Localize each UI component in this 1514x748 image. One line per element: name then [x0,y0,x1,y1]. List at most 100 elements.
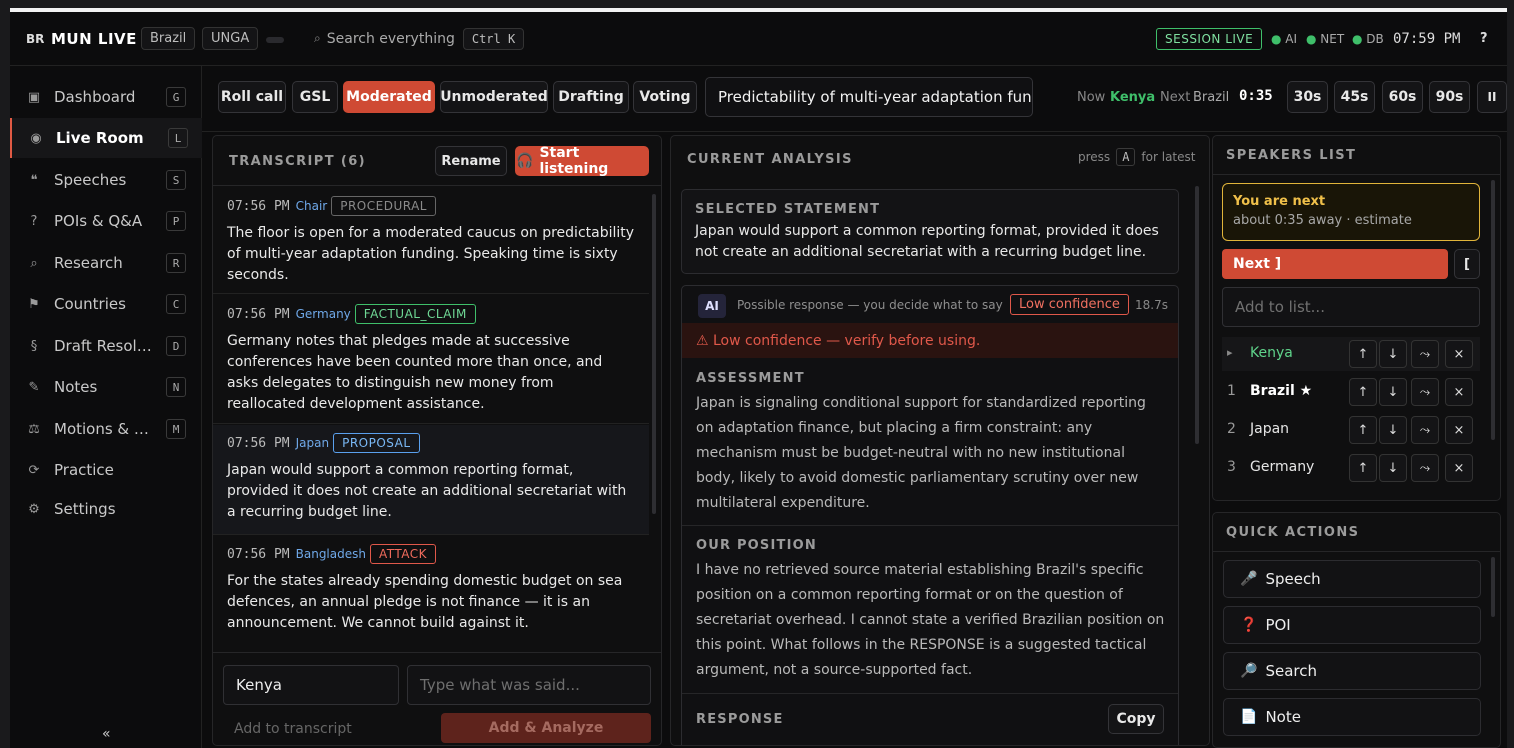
mode-moderated[interactable]: Moderated [343,81,435,113]
analysis-title: CURRENT ANALYSIS [687,152,853,167]
move-up-icon[interactable]: ↑ [1349,340,1377,368]
shortcut-key: D [166,336,186,356]
mode-voting[interactable]: Voting [633,81,697,113]
speaker-field[interactable]: Kenya [223,665,399,705]
preset-30s[interactable]: 30s [1287,81,1328,113]
sidebar-item-countries[interactable]: ⚑ Countries C [10,284,202,324]
remove-icon[interactable]: × [1445,340,1473,368]
ai-status-dot-icon: ● [1271,31,1286,46]
entry-speaker: Chair [295,199,328,213]
response-card: AI Possible response — you decide what t… [681,285,1179,745]
copy-button[interactable]: Copy [1108,704,1164,734]
live-room-icon: ◉ [30,130,42,146]
mode-gsl[interactable]: GSL [292,81,338,113]
speaker-name: Japan [1250,421,1290,437]
remove-icon[interactable]: × [1445,416,1473,444]
mode-unmoderated[interactable]: Unmoderated [440,81,548,113]
app-title: MUN LIVE [51,29,137,48]
sidebar-item-label: Research [54,254,123,272]
mode-bar: Roll call GSL Moderated Unmoderated Draf… [202,66,1507,132]
topic-input[interactable]: Predictability of multi-year adaptation … [705,77,1033,117]
move-down-icon[interactable]: ↓ [1379,454,1407,482]
sidebar-item-notes[interactable]: ✎ Notes N [10,367,202,407]
selected-statement-text: Japan would support a common reporting f… [695,223,1159,260]
yield-icon[interactable]: ⤳ [1411,416,1439,444]
remove-icon[interactable]: × [1445,378,1473,406]
entry-speaker: Japan [295,436,330,450]
speaker-row[interactable]: 2 Japan ↑ ↓ ⤳ × [1222,413,1480,447]
preset-45s[interactable]: 45s [1334,81,1375,113]
move-up-icon[interactable]: ↑ [1349,378,1377,406]
mode-roll-call[interactable]: Roll call [218,81,286,113]
search-icon: ⌕ [314,31,321,45]
rename-button[interactable]: Rename [435,146,507,176]
sidebar-item-pois[interactable]: ? POIs & Q&A P [10,201,202,241]
move-down-icon[interactable]: ↓ [1379,340,1407,368]
speaker-row[interactable]: ▸ Kenya ↑ ↓ ⤳ × [1222,337,1480,371]
move-up-icon[interactable]: ↑ [1349,454,1377,482]
sidebar-item-practice[interactable]: ⟳ Practice [10,450,202,490]
analysis-scrollbar[interactable] [1195,186,1199,444]
sidebar-item-research[interactable]: ⌕ Research R [10,243,202,283]
speakers-title: SPEAKERS LIST [1226,148,1357,163]
statement-input[interactable]: Type what was said... [407,665,651,705]
question-icon: ❓ [1240,617,1258,633]
add-and-analyze-button[interactable]: Add & Analyze [441,713,651,743]
input-divider [213,652,661,653]
move-down-icon[interactable]: ↓ [1379,378,1407,406]
speaker-name: Kenya [1250,345,1293,361]
assessment-title: ASSESSMENT [696,371,805,386]
preset-60s[interactable]: 60s [1382,81,1423,113]
quick-actions-scrollbar[interactable] [1491,557,1495,617]
speaker-name: Germany [1250,459,1315,475]
country-chip[interactable]: Brazil [141,27,196,50]
next-label: Next [1160,90,1191,105]
previous-speaker-button[interactable]: [ [1454,249,1480,279]
transcript-scrollbar[interactable] [652,194,656,514]
collapse-sidebar-icon[interactable]: « [102,726,111,742]
speakers-scrollbar[interactable] [1491,180,1495,440]
yield-icon[interactable]: ⤳ [1411,340,1439,368]
pause-button[interactable]: II [1477,81,1507,113]
ai-note: Possible response — you decide what to s… [737,298,1003,312]
mode-drafting[interactable]: Drafting [553,81,629,113]
committee-chip[interactable]: UNGA [202,27,259,50]
transcript-entry[interactable]: 07:56 PM Chair PROCEDURAL The floor is ope… [213,194,649,294]
yield-icon[interactable]: ⤳ [1411,454,1439,482]
yield-icon[interactable]: ⤳ [1411,378,1439,406]
quick-note-button[interactable]: 📄 Note [1223,698,1481,736]
start-listening-button[interactable]: 🎧 Start listening [515,145,649,177]
clock: 07:59 PM [1393,30,1461,47]
move-down-icon[interactable]: ↓ [1379,416,1407,444]
toggle-pill[interactable] [266,37,284,43]
add-to-transcript-button[interactable]: Add to transcript [234,721,352,737]
quick-search-button[interactable]: 🔎 Search [1223,652,1481,690]
sidebar-item-live-room[interactable]: ◉ Live Room L [10,118,202,158]
preset-90s[interactable]: 90s [1429,81,1470,113]
sidebar-item-dashboard[interactable]: ▣ Dashboard G [10,77,202,117]
sidebar-item-motions[interactable]: ⚖ Motions & R... M [10,409,202,449]
speaker-row[interactable]: 1 Brazil ★ ↑ ↓ ⤳ × [1222,375,1480,409]
next-speaker: Brazil [1193,90,1230,105]
magnifier-icon: 🔎 [1240,663,1258,679]
move-up-icon[interactable]: ↑ [1349,416,1377,444]
next-speaker-button[interactable]: Next ] [1222,249,1448,279]
remove-icon[interactable]: × [1445,454,1473,482]
sidebar-item-speeches[interactable]: ❝ Speeches S [10,160,202,200]
sidebar-item-draft-resolutions[interactable]: § Draft Resolut... D [10,326,202,366]
add-to-list-input[interactable]: Add to list... [1222,287,1480,327]
quick-poi-button[interactable]: ❓ POI [1223,606,1481,644]
position-title: OUR POSITION [696,538,817,553]
transcript-entry[interactable]: 07:56 PM Bangladesh ATTACK For the states … [213,542,649,646]
sidebar-item-settings[interactable]: ⚙ Settings [10,489,202,529]
shortcut-key: S [166,170,186,190]
shortcut-key: L [168,128,188,148]
speaker-row[interactable]: 3 Germany ↑ ↓ ⤳ × [1222,451,1480,485]
sidebar: ▣ Dashboard G ◉ Live Room L ❝ Speeches S ? POIs… [10,66,202,748]
transcript-entry-selected[interactable]: 07:56 PM Japan PROPOSAL Japan would suppor… [213,425,649,535]
transcript-entry[interactable]: 07:56 PM Germany FACTUAL_CLAIM Germany not… [213,302,649,424]
help-button[interactable]: ? [1480,31,1488,46]
quick-speech-button[interactable]: 🎤 Speech [1223,560,1481,598]
shortcut-key: M [166,419,186,439]
global-search[interactable]: ⌕ Search everything Ctrl K [314,27,525,50]
